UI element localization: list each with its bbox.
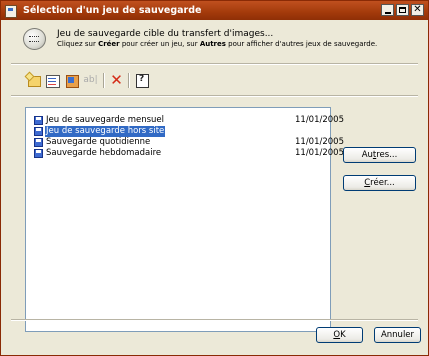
cancel-button[interactable]: Annuler [374, 327, 421, 343]
toolbar-separator [128, 73, 130, 88]
list-item[interactable]: Sauvegarde quotidienne 11/01/2005 [32, 137, 344, 148]
list-item-date: 11/01/2005 [295, 148, 344, 158]
rename-icon[interactable]: ab| [82, 72, 99, 89]
help-icon[interactable] [133, 72, 150, 89]
list-item-date: 11/01/2005 [295, 137, 344, 147]
list-item-name: Jeu de sauvegarde hors site [45, 126, 166, 137]
list-item[interactable]: Sauvegarde hebdomadaire 11/01/2005 [32, 148, 344, 159]
window-title: Sélection d'un jeu de sauvegarde [23, 5, 202, 16]
backup-disk-icon [34, 149, 43, 158]
backup-set-list[interactable]: Jeu de sauvegarde mensuel 11/01/2005 Jeu… [25, 107, 344, 332]
maximize-button[interactable] [396, 4, 409, 16]
toolbar-separator [103, 73, 105, 88]
list-item-name: Jeu de sauvegarde mensuel [46, 115, 165, 125]
list-item-name: Sauvegarde quotidienne [46, 137, 151, 147]
header-title: Jeu de sauvegarde cible du transfert d'i… [57, 29, 274, 39]
header-instructions: Cliquez sur Créer pour créer un jeu, sur… [57, 40, 378, 48]
list-item-name: Sauvegarde hebdomadaire [46, 148, 162, 158]
backup-set-icon [23, 28, 46, 50]
new-folder-icon[interactable] [25, 72, 42, 89]
backup-disk-icon [34, 116, 43, 125]
backup-disk-icon [34, 138, 43, 147]
ok-button[interactable]: OK [316, 327, 363, 343]
delete-all-icon[interactable] [63, 72, 80, 89]
close-button[interactable]: ✕ [411, 4, 424, 16]
header-separator [11, 63, 418, 65]
window-app-icon[interactable] [5, 5, 17, 18]
list-item-selected[interactable]: Jeu de sauvegarde hors site [32, 126, 327, 137]
list-item-date: 11/01/2005 [295, 115, 344, 125]
title-bar[interactable]: Sélection d'un jeu de sauvegarde ✕ [1, 1, 428, 20]
properties-icon[interactable] [44, 72, 61, 89]
delete-icon[interactable]: ✕ [108, 72, 125, 89]
list-item[interactable]: Jeu de sauvegarde mensuel 11/01/2005 [32, 115, 344, 126]
backup-set-dialog: Sélection d'un jeu de sauvegarde ✕ Jeu d… [0, 0, 429, 356]
toolbar-separator-line [11, 95, 418, 97]
others-button[interactable]: Autres... [343, 147, 416, 163]
footer-separator [11, 319, 418, 321]
create-button[interactable]: Créer... [343, 175, 416, 191]
backup-disk-icon [34, 127, 43, 136]
minimize-button[interactable] [381, 4, 394, 16]
